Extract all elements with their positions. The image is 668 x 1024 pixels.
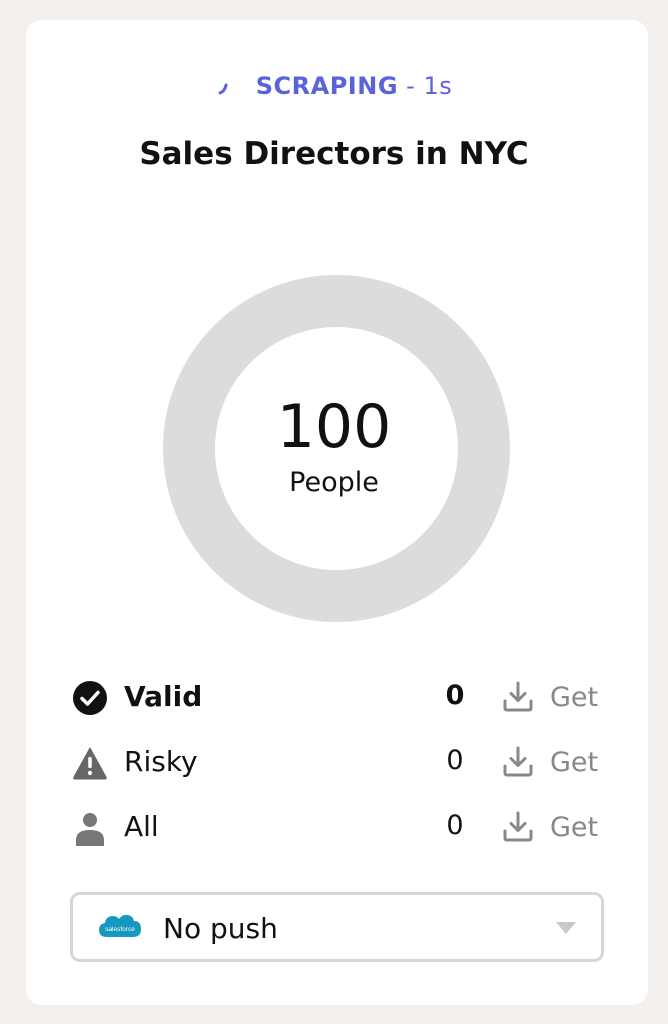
row-valid: Valid 0 Get	[0, 674, 668, 720]
check-circle-icon	[73, 681, 107, 715]
status-line: SCRAPING - 1s	[0, 72, 668, 100]
spinner-icon	[218, 83, 228, 95]
row-valid-label: Valid	[124, 680, 203, 713]
get-valid-button[interactable]: Get	[500, 674, 610, 720]
get-valid-label: Get	[550, 681, 599, 713]
get-risky-button[interactable]: Get	[500, 739, 610, 785]
row-all-label: All	[124, 810, 159, 843]
list-title: Sales Directors in NYC	[139, 136, 529, 172]
status-elapsed: - 1s	[398, 72, 453, 100]
person-icon	[76, 813, 104, 846]
row-valid-value: 0	[445, 680, 465, 711]
get-risky-label: Get	[550, 746, 599, 778]
warning-triangle-icon	[73, 747, 107, 780]
status-state: SCRAPING	[255, 72, 399, 100]
row-all: All 0 Get	[0, 804, 668, 850]
get-all-button[interactable]: Get	[500, 804, 610, 850]
row-risky-label: Risky	[124, 745, 198, 778]
caret-down-icon	[556, 922, 576, 934]
get-all-label: Get	[550, 811, 599, 843]
push-select-value: No push	[163, 912, 278, 945]
people-count: 100	[276, 392, 392, 462]
row-risky: Risky 0 Get	[0, 739, 668, 785]
download-icon	[503, 811, 533, 842]
salesforce-logo-icon: salesforce	[99, 914, 141, 937]
download-icon	[503, 681, 533, 712]
download-icon	[503, 746, 533, 777]
row-all-value: 0	[446, 810, 464, 841]
row-risky-value: 0	[446, 745, 464, 776]
people-label: People	[289, 467, 379, 498]
svg-text:salesforce: salesforce	[105, 926, 135, 933]
push-select[interactable]: salesforce No push	[70, 892, 604, 962]
